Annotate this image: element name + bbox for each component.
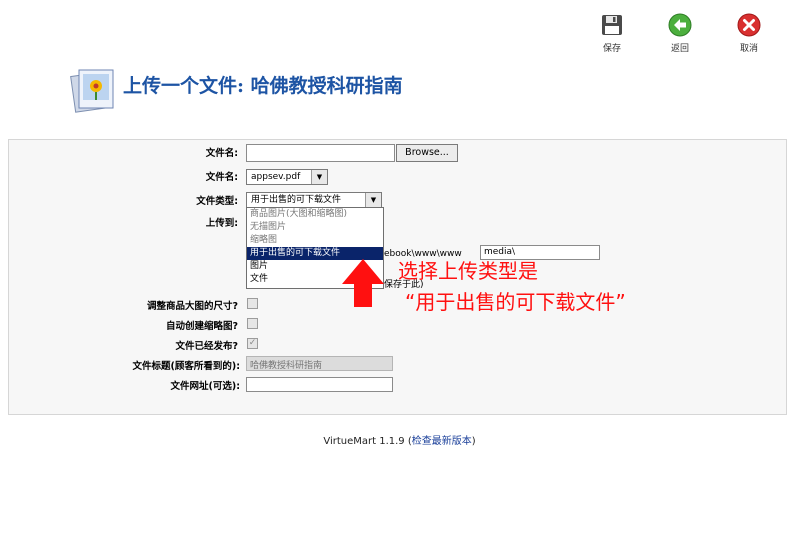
version-text: VirtueMart 1.1.9 ( [323,436,412,447]
back-arrow-icon [668,13,692,37]
dropdown-option[interactable]: 商品图片(大图和缩略图) [247,208,383,221]
chevron-down-icon: ▼ [311,170,327,184]
version-close: ) [471,436,476,447]
filetype-select[interactable]: 用于出售的可下载文件 ▼ [246,192,382,208]
check-icon: ✓ [248,338,257,348]
annotation-line2: “用于出售的可下载文件” [405,290,626,314]
filetype-select-value: 用于出售的可下载文件 [251,195,342,205]
filename-label: 文件名: [205,148,238,159]
media-manager-icon [70,66,120,117]
filetype-label: 文件类型: [196,196,238,207]
file-title-input[interactable]: 哈佛教授科研指南 [246,356,393,371]
filename2-label: 文件名: [205,172,238,183]
filename-select-value: appsev.pdf [251,172,301,182]
file-url-input[interactable] [246,377,393,392]
cancel-label: 取消 [739,44,758,54]
published-label: 文件已经发布? [175,341,238,352]
annotation-line1: 选择上传类型是 [398,259,538,283]
auto-thumb-checkbox[interactable] [247,318,258,329]
save-button[interactable]: 保存 [592,12,632,54]
red-up-arrow-icon [342,259,384,307]
cancel-x-icon [737,13,761,37]
cancel-button[interactable]: 取消 [729,12,769,54]
upload-to-label: 上传到: [205,218,238,229]
filename-select[interactable]: appsev.pdf ▼ [246,169,328,185]
chevron-down-icon: ▼ [365,193,381,207]
save-label: 保存 [602,44,621,54]
file-path-input[interactable] [246,144,395,162]
check-update-link[interactable]: 检查最新版本 [412,436,472,447]
floppy-disk-icon [602,15,622,35]
dropdown-option[interactable]: 缩略图 [247,234,383,247]
browse-button[interactable]: Browse... [396,144,458,162]
resize-checkbox[interactable] [247,298,258,309]
resize-label: 调整商品大图的尺寸? [146,301,238,312]
back-button[interactable]: 返回 [660,12,700,54]
published-checkbox[interactable]: ✓ [247,338,258,349]
dropdown-option[interactable]: 无描图片 [247,221,383,234]
page-title: 上传一个文件: 哈佛教授科研指南 [123,75,403,97]
file-title-label: 文件标题(顾客所看到的): [132,361,240,372]
back-label: 返回 [670,44,689,54]
footer-version: VirtueMart 1.1.9 (检查最新版本) [0,432,799,447]
auto-thumb-label: 自动创建缩略图? [165,321,238,332]
file-title-value: 哈佛教授科研指南 [250,361,323,371]
file-url-label: 文件网址(可选): [170,381,240,392]
